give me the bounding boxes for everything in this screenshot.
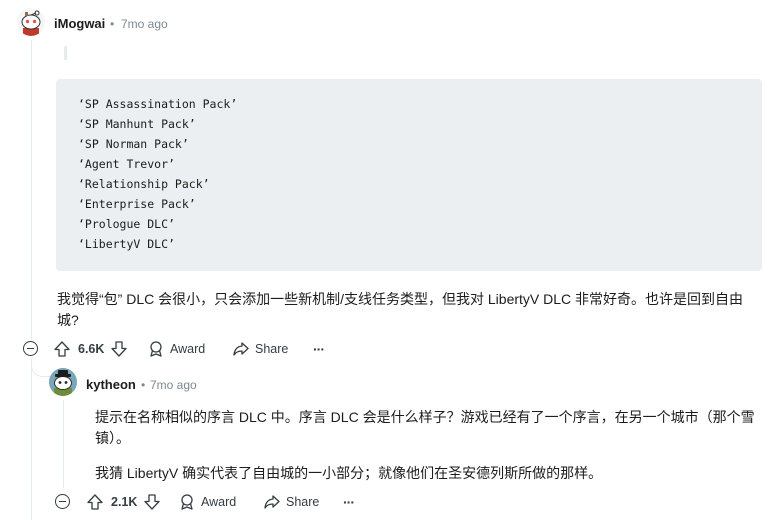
share-label: Share — [255, 342, 289, 356]
collapse-reply-button[interactable] — [55, 494, 70, 509]
award-button[interactable]: Award — [147, 339, 205, 359]
thread-elbow — [31, 358, 50, 377]
reply-avatar[interactable] — [49, 368, 77, 396]
code-line: ‘Enterprise Pack’ — [78, 197, 196, 211]
more-options-icon: ··· — [343, 494, 355, 510]
vote-bar: 2.1K — [86, 492, 161, 512]
code-line: ‘LibertyV DLC’ — [78, 237, 175, 251]
share-icon — [232, 340, 250, 358]
share-label: Share — [286, 495, 320, 509]
blockquote-marker — [64, 46, 67, 60]
code-line: ‘SP Manhunt Pack’ — [78, 117, 196, 131]
reply-body-line: 镇）。 — [95, 430, 130, 446]
code-line: ‘Agent Trevor’ — [78, 157, 175, 171]
code-line: ‘Prologue DLC’ — [78, 217, 175, 231]
share-button[interactable]: Share — [263, 492, 319, 512]
downvote-icon[interactable] — [143, 493, 161, 511]
more-options-button[interactable]: ··· — [313, 339, 325, 359]
vote-count: 2.1K — [111, 495, 138, 509]
upvote-icon[interactable] — [53, 340, 71, 358]
comment-body-line: 我觉得“包” DLC 会很小，只会添加一些新机制/支线任务类型，但我对 Libe… — [57, 291, 744, 307]
vote-bar: 6.6K — [53, 339, 128, 359]
code-line: ‘Relationship Pack’ — [78, 177, 210, 191]
meta-separator: • — [110, 17, 115, 31]
vote-count: 6.6K — [78, 342, 105, 356]
award-icon — [178, 493, 196, 511]
more-options-icon: ··· — [313, 341, 325, 357]
code-line: ‘SP Norman Pack’ — [78, 137, 189, 151]
reply-author[interactable]: kytheon — [86, 377, 136, 392]
code-block: ‘SP Assassination Pack’ ‘SP Manhunt Pack… — [56, 79, 762, 271]
thread-line-continue — [31, 358, 32, 520]
share-icon — [263, 493, 281, 511]
award-icon — [147, 340, 165, 358]
share-button[interactable]: Share — [232, 339, 288, 359]
snoo-avatar-icon — [49, 368, 77, 396]
award-label: Award — [201, 495, 237, 509]
award-button[interactable]: Award — [178, 492, 236, 512]
meta-separator: • — [141, 378, 146, 392]
upvote-icon[interactable] — [86, 493, 104, 511]
reply-time[interactable]: 7mo ago — [150, 378, 197, 392]
snoo-avatar-icon — [17, 8, 45, 36]
comment-body-line: 城? — [57, 312, 79, 328]
thread-line-reply — [63, 400, 64, 488]
thread-line-main — [31, 40, 32, 340]
collapse-thread-button[interactable] — [23, 341, 38, 356]
award-label: Award — [170, 342, 206, 356]
downvote-icon[interactable] — [110, 340, 128, 358]
reply-body-line: 我猜 LibertyV 确实代表了自由城的一小部分；就像他们在圣安德列斯所做的那… — [95, 465, 603, 481]
avatar[interactable] — [17, 8, 45, 36]
more-options-button[interactable]: ··· — [343, 492, 355, 512]
reply-body-line: 提示在名称相似的序言 DLC 中。序言 DLC 会是什么样子？游戏已经有了一个序… — [95, 409, 755, 425]
comment-author[interactable]: iMogwai — [54, 16, 105, 31]
code-line: ‘SP Assassination Pack’ — [78, 97, 238, 111]
comment-time[interactable]: 7mo ago — [121, 17, 168, 31]
